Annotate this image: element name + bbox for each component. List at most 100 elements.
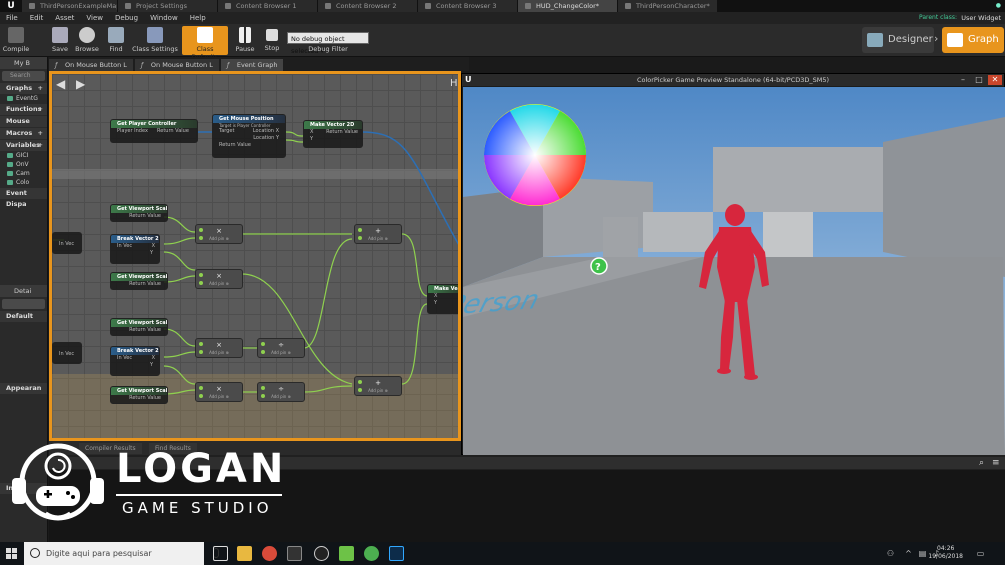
- maximize-button[interactable]: □: [972, 75, 986, 85]
- tab-hud-changecolor[interactable]: HUD_ChangeColor*: [518, 0, 618, 12]
- make-vector-2d-node[interactable]: Make Vecto X Y: [427, 284, 458, 314]
- tab-content-browser-1[interactable]: Content Browser 1: [218, 0, 318, 12]
- make-vector-2d-node[interactable]: Make Vector 2D X Return Value Y: [303, 120, 363, 148]
- menu-icon[interactable]: ≡: [992, 458, 1002, 468]
- chevron-up-icon[interactable]: ^: [904, 549, 913, 558]
- help-icon[interactable]: ?: [590, 257, 608, 275]
- tab-event-graph[interactable]: Event Graph: [220, 59, 284, 71]
- add-node[interactable]: + Add pin ⊕: [354, 224, 402, 244]
- preview-title-bar[interactable]: U ColorPicker Game Preview Standalone (6…: [462, 74, 1004, 86]
- unreal-engine-icon[interactable]: [314, 546, 329, 561]
- camtasia-icon[interactable]: [339, 546, 354, 561]
- save-button[interactable]: Save: [46, 26, 74, 55]
- class-defaults-button[interactable]: Class Defaults: [182, 26, 228, 61]
- parent-class-value[interactable]: User Widget: [961, 12, 1001, 24]
- close-button[interactable]: ✕: [988, 75, 1002, 85]
- offscreen-node[interactable]: In Vec: [52, 342, 82, 364]
- pause-button[interactable]: Pause: [231, 26, 259, 55]
- menu-debug[interactable]: Debug: [109, 12, 144, 24]
- multiply-node[interactable]: × Add pin ⊕: [195, 224, 243, 244]
- browse-button[interactable]: Browse: [73, 26, 101, 55]
- tab-content-browser-3[interactable]: Content Browser 3: [418, 0, 518, 12]
- stop-button[interactable]: Stop: [258, 26, 286, 55]
- multiply-node[interactable]: × Add pin ⊕: [195, 382, 243, 402]
- variable-item[interactable]: OnV: [0, 160, 47, 169]
- get-viewport-scale-node[interactable]: Get Viewport Scale Return Value: [110, 386, 168, 404]
- section-macros[interactable]: Macros +: [0, 128, 47, 139]
- blueprint-search-input[interactable]: Search: [2, 71, 45, 81]
- tab-thirdperson-character[interactable]: ThirdPersonCharacter*: [618, 0, 718, 12]
- section-appearance[interactable]: Appearan: [0, 383, 47, 394]
- photoshop-icon[interactable]: [389, 546, 404, 561]
- search-icon[interactable]: ⌕: [979, 458, 989, 468]
- taskbar-search-input[interactable]: Digite aqui para pesquisar: [24, 542, 219, 565]
- event-graph-canvas[interactable]: ◀ ▶ HU Get Player Controller Player Inde…: [49, 71, 461, 441]
- epic-games-icon[interactable]: [287, 546, 302, 561]
- variable-item[interactable]: Cam: [0, 169, 47, 178]
- color-wheel[interactable]: [484, 104, 586, 206]
- section-functions[interactable]: Functions +: [0, 104, 47, 115]
- details-tab[interactable]: Detai: [0, 285, 47, 297]
- tab-on-mouse-button-1[interactable]: On Mouse Button L: [49, 59, 133, 71]
- find-icon: [108, 27, 124, 43]
- watermark-brand: LOGAN: [116, 446, 287, 492]
- compile-icon: [8, 27, 24, 43]
- break-vector-2d-node[interactable]: Break Vector 2D In Vec X Y: [110, 346, 160, 376]
- people-icon[interactable]: ⚇: [886, 549, 895, 558]
- break-vector-2d-node[interactable]: Break Vector 2D In Vec X Y: [110, 234, 160, 264]
- menu-asset[interactable]: Asset: [49, 12, 80, 24]
- menu-view[interactable]: View: [80, 12, 109, 24]
- notifications-icon[interactable]: ▭: [976, 549, 985, 558]
- tab-on-mouse-button-2[interactable]: On Mouse Button L: [134, 59, 219, 71]
- menu-help[interactable]: Help: [184, 12, 212, 24]
- add-function-icon[interactable]: +: [38, 104, 43, 115]
- variable-item[interactable]: GICI: [0, 151, 47, 160]
- divide-node[interactable]: ÷ Add pin ⊕: [257, 338, 305, 358]
- offscreen-node[interactable]: In Vec: [52, 232, 82, 254]
- variable-item[interactable]: Colo: [0, 178, 47, 187]
- tab-content-browser-2[interactable]: Content Browser 2: [318, 0, 418, 12]
- get-mouse-position-node[interactable]: Get Mouse Position Target is Player Cont…: [212, 114, 286, 158]
- menu-edit[interactable]: Edit: [24, 12, 50, 24]
- task-view-icon[interactable]: [213, 546, 228, 561]
- section-mouse[interactable]: Mouse: [0, 116, 47, 127]
- section-event-dispatchers[interactable]: Event Dispa: [0, 188, 47, 208]
- list-item-event-graph[interactable]: EventG: [0, 94, 47, 103]
- multiply-node[interactable]: × Add pin ⊕: [195, 338, 243, 358]
- class-settings-button[interactable]: Class Settings: [132, 26, 178, 55]
- add-macro-icon[interactable]: +: [38, 128, 43, 139]
- network-icon[interactable]: ▤: [918, 549, 927, 558]
- designer-mode-button[interactable]: Designer: [862, 27, 934, 53]
- tab-project-settings[interactable]: Project Settings: [118, 0, 218, 12]
- get-viewport-scale-node[interactable]: Get Viewport Scale Return Value: [110, 318, 168, 336]
- compile-button[interactable]: Compile: [2, 26, 30, 55]
- menu-window[interactable]: Window: [144, 12, 184, 24]
- start-button[interactable]: [0, 542, 24, 565]
- game-viewport[interactable]: Third Person ?: [463, 87, 1005, 455]
- chrome-icon[interactable]: [262, 546, 277, 561]
- my-blueprint-tab[interactable]: My B: [0, 57, 47, 69]
- menu-file[interactable]: File: [0, 12, 24, 24]
- add-node[interactable]: + Add pin ⊕: [354, 376, 402, 396]
- get-viewport-scale-node[interactable]: Get Viewport Scale Return Value: [110, 204, 168, 222]
- section-graphs[interactable]: Graphs +: [0, 83, 47, 94]
- get-player-controller-node[interactable]: Get Player Controller Player Index Retur…: [110, 119, 198, 143]
- section-variables[interactable]: Variables +: [0, 140, 47, 151]
- find-button[interactable]: Find: [102, 26, 130, 55]
- minimize-button[interactable]: –: [956, 75, 970, 85]
- tab-thirdperson-map[interactable]: ThirdPersonExampleMap*: [22, 0, 118, 12]
- details-search-input[interactable]: [2, 299, 45, 309]
- add-variable-icon[interactable]: +: [38, 140, 43, 151]
- add-graph-icon[interactable]: +: [38, 83, 43, 94]
- graph-mode-button[interactable]: Graph: [942, 27, 1004, 53]
- debug-object-select[interactable]: No debug object selected ▾: [287, 32, 369, 55]
- game-preview-window[interactable]: U ColorPicker Game Preview Standalone (6…: [461, 73, 1005, 455]
- get-viewport-scale-node[interactable]: Get Viewport Scale Return Value: [110, 272, 168, 290]
- file-explorer-icon[interactable]: [237, 546, 252, 561]
- multiply-node[interactable]: × Add pin ⊕: [195, 269, 243, 289]
- source-control-icon[interactable]: ●: [996, 0, 1001, 12]
- section-default[interactable]: Default: [0, 311, 47, 322]
- taskbar-clock[interactable]: 04:26 19/06/2018: [928, 545, 963, 561]
- app-icon[interactable]: [364, 546, 379, 561]
- divide-node[interactable]: ÷ Add pin ⊕: [257, 382, 305, 402]
